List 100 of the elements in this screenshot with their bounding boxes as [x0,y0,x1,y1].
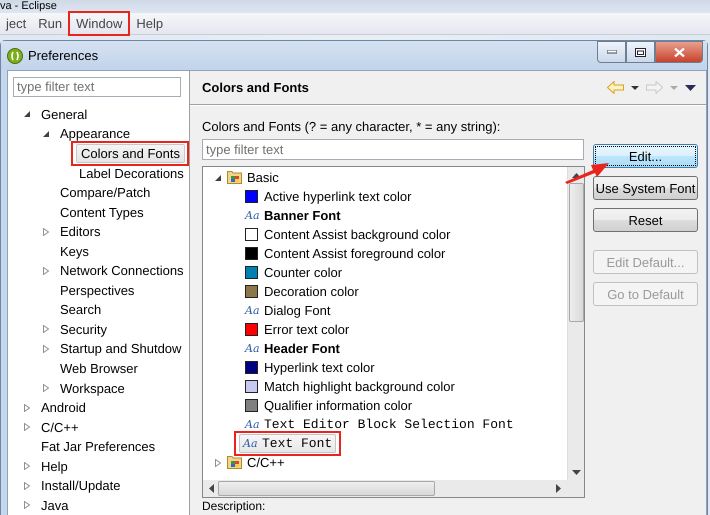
item-label: Content Assist foreground color [264,246,446,261]
action-button[interactable]: Use System Font [593,176,698,200]
close-button[interactable] [655,41,703,63]
menu-item[interactable]: Window [70,14,128,33]
action-button[interactable]: Edit... [593,144,698,168]
filter-field[interactable]: type filter text [13,77,181,97]
tree-item[interactable]: Content Types [58,204,146,221]
collapsed-triangle-icon[interactable] [42,325,50,334]
item-label: Active hyperlink text color [264,189,412,204]
collapsed-triangle-icon[interactable] [22,482,30,490]
scroll-right-icon[interactable] [556,484,561,493]
font-icon: Aa [245,342,258,355]
collapsed-triangle-icon[interactable] [22,462,30,470]
tree-item[interactable]: Aa Banner Font [241,206,345,225]
minimize-icon [606,50,616,54]
tree-item[interactable]: Startup and Shutdow [58,340,184,358]
item-label: Content Assist background color [264,227,450,242]
scroll-down-icon[interactable] [572,470,580,475]
tree-item[interactable]: Aa Dialog Font [241,301,334,320]
tree-item[interactable]: C/C++ [39,418,81,436]
tree-item[interactable]: Label Decorations [77,164,186,182]
maximize-button[interactable] [626,41,655,63]
font-icon: Aa [243,437,256,450]
item-label: Header Font [264,341,340,356]
collapsed-triangle-icon[interactable] [42,228,50,236]
item-label: Hyperlink text color [264,360,375,375]
collapsed-triangle-icon[interactable] [22,404,30,412]
scroll-left-icon[interactable] [209,484,214,493]
folder-icon [227,455,243,470]
tree-item[interactable]: Search [58,301,104,318]
tree-item[interactable]: Editors [58,223,102,240]
menu-item[interactable]: Help [130,14,170,33]
tree-item[interactable]: Qualifier information color [241,396,416,415]
tree-item[interactable]: Security [58,320,109,338]
tree-item[interactable]: Compare/Patch [58,184,152,202]
collapsed-triangle-icon[interactable] [42,344,50,353]
description-label: Description: [202,499,266,513]
expanded-triangle-icon[interactable] [22,110,30,118]
scrollbar-thumb[interactable] [568,183,584,322]
dialog-title: Preferences [28,48,98,63]
expanded-triangle-icon[interactable] [42,130,50,138]
dropdown-caret-icon[interactable] [631,86,639,90]
tree-item[interactable]: Help [39,458,70,475]
tree-item[interactable]: C/C++ [247,455,285,470]
tree-item[interactable]: Java [39,496,70,514]
action-button[interactable]: Reset [593,208,698,232]
tree-item[interactable]: Workspace [58,380,127,397]
menu-item[interactable]: ject [0,14,32,33]
font-icon: Aa [245,304,258,317]
item-label: Counter color [264,265,342,280]
tree-item[interactable]: Android [39,399,88,416]
font-icon: Aa [245,418,258,431]
item-label: Dialog Font [264,303,330,318]
tree-item[interactable]: Fat Jar Preferences [39,438,158,456]
item-label: Match highlight background color [264,379,455,394]
collapsed-triangle-icon[interactable] [42,384,50,392]
collapsed-triangle-icon[interactable] [22,501,30,510]
tree-item[interactable]: Network Connections [58,262,186,280]
tree-item[interactable]: Appearance [58,125,132,142]
font-icon: Aa [245,209,258,222]
expanded-triangle-icon[interactable] [214,174,222,182]
minimize-button[interactable] [597,41,626,63]
scrollbar-thumb[interactable] [218,481,435,496]
tree-item[interactable]: Web Browser [58,360,140,377]
tree-item[interactable]: Active hyperlink text color [241,187,416,206]
back-arrow-icon[interactable] [607,81,624,94]
tree-item[interactable]: Keys [58,242,91,260]
tree-item[interactable]: General [39,106,90,123]
tree-item[interactable]: Aa Header Font [241,339,344,358]
filter-label: Colors and Fonts (? = any character, * = any string): [202,119,502,134]
tree-item[interactable]: Aa Text Font [239,434,336,453]
tree-item[interactable]: Install/Update [39,477,122,494]
page-title: Colors and Fonts [202,80,309,95]
item-label: Decoration color [264,284,359,299]
item-label: Qualifier information color [264,398,412,413]
app-title: va - Eclipse [0,0,57,12]
vertical-scrollbar[interactable] [567,167,584,480]
tree-item[interactable]: Perspectives [58,282,136,299]
collapsed-triangle-icon[interactable] [22,423,30,432]
collapsed-triangle-icon[interactable] [42,266,50,275]
tree-item[interactable]: Colors and Fonts [76,144,185,164]
maximize-icon [635,48,646,56]
collapsed-triangle-icon[interactable] [214,458,222,466]
tree-item[interactable]: Content Assist foreground color [241,244,450,263]
filter-field[interactable]: type filter text [202,139,584,160]
tree-item[interactable]: Basic [247,170,279,185]
tree-item[interactable]: Content Assist background color [241,225,454,244]
tree-item[interactable]: Decoration color [241,282,363,301]
folder-icon [227,170,243,185]
item-label: Text Editor Block Selection Font [264,417,514,432]
tree-item[interactable]: Counter color [241,263,346,282]
item-label: Text Font [262,436,332,451]
view-menu-caret-icon[interactable] [685,84,696,90]
tree-item[interactable]: Aa Text Editor Block Selection Font [241,415,518,434]
close-icon [674,48,684,56]
tree-item[interactable]: Hyperlink text color [241,358,379,377]
menu-item[interactable]: Run [32,14,68,33]
horizontal-scrollbar[interactable] [203,480,567,497]
tree-item[interactable]: Match highlight background color [241,377,459,396]
tree-item[interactable]: Error text color [241,320,354,339]
